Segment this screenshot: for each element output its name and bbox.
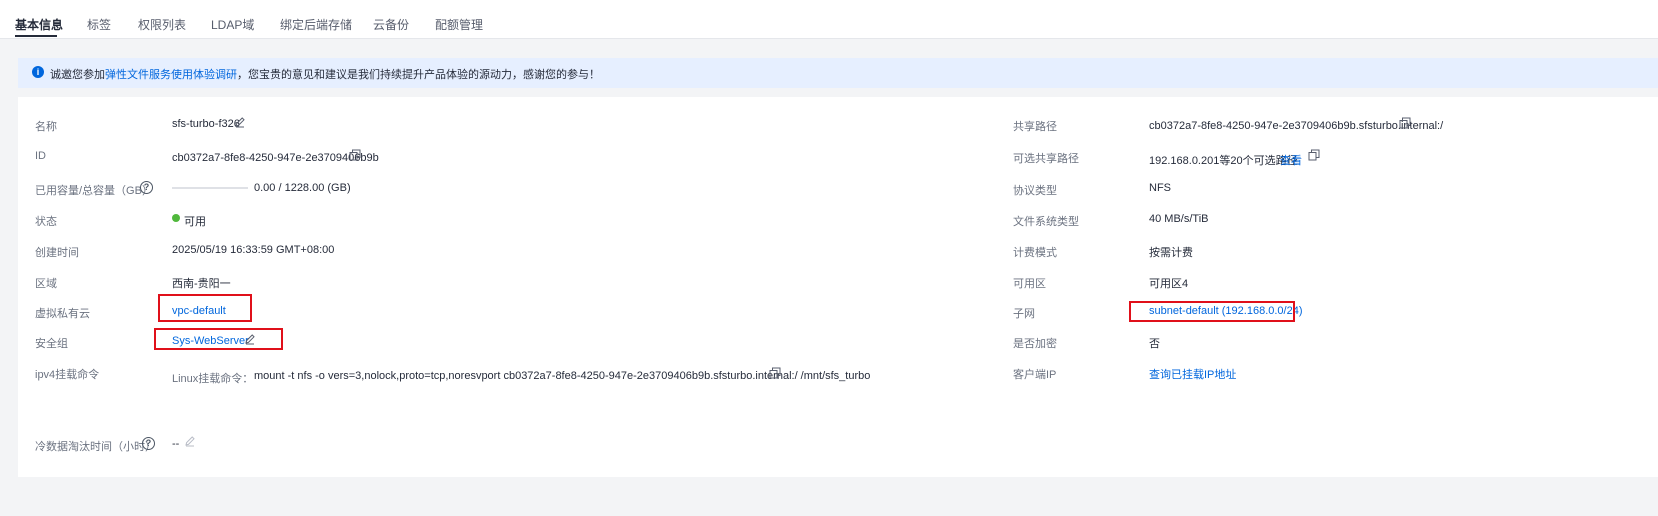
view-paths-link[interactable]: 查看 bbox=[1280, 152, 1302, 168]
alt-share-path-value: 192.168.0.201等20个可选路径 bbox=[1149, 155, 1298, 167]
ipv4-mount-label: ipv4挂载命令 bbox=[35, 369, 100, 381]
tab-ldap[interactable]: LDAP域 bbox=[211, 16, 254, 33]
status-label: 状态 bbox=[35, 216, 57, 228]
share-path-label: 共享路径 bbox=[1013, 121, 1057, 133]
tab-basic-info[interactable]: 基本信息 bbox=[15, 16, 63, 33]
capacity-progress-bar bbox=[172, 187, 248, 189]
info-icon: i bbox=[32, 66, 44, 78]
survey-link[interactable]: 弹性文件服务使用体验调研 bbox=[105, 69, 237, 81]
tab-bar: 基本信息 标签 权限列表 LDAP域 绑定后端存储 云备份 配额管理 bbox=[0, 0, 1658, 39]
security-group-label: 安全组 bbox=[35, 338, 68, 350]
id-value: cb0372a7-8fe8-4250-947e-2e3709406b9b bbox=[172, 152, 379, 164]
status-value: 可用 bbox=[184, 216, 206, 228]
query-mounted-ip-link[interactable]: 查询已挂载IP地址 bbox=[1149, 366, 1236, 382]
subnet-label: 子网 bbox=[1013, 308, 1035, 320]
tab-quota[interactable]: 配额管理 bbox=[435, 16, 483, 33]
notice-text: 诚邀您参加弹性文件服务使用体验调研，您宝贵的意见和建议是我们持续提升产品体验的源… bbox=[50, 69, 600, 81]
capacity-value: 0.00 / 1228.00 (GB) bbox=[254, 182, 351, 194]
client-ip-label: 客户端IP bbox=[1013, 369, 1057, 381]
billing-mode-value: 按需计费 bbox=[1149, 247, 1193, 259]
name-value: sfs-turbo-f326 bbox=[172, 118, 240, 130]
survey-notice: i 诚邀您参加弹性文件服务使用体验调研，您宝贵的意见和建议是我们持续提升产品体验… bbox=[18, 58, 1658, 88]
tab-cloud-backup[interactable]: 云备份 bbox=[373, 16, 409, 33]
encryption-value: 否 bbox=[1149, 338, 1160, 350]
copy-icon[interactable] bbox=[349, 149, 361, 161]
cold-data-value: -- bbox=[172, 438, 180, 450]
active-tab-indicator bbox=[15, 35, 57, 37]
tab-permissions[interactable]: 权限列表 bbox=[138, 16, 186, 33]
basic-info-panel: 名称 sfs-turbo-f326 ID cb0372a7-8fe8-4250-… bbox=[18, 97, 1658, 477]
encryption-label: 是否加密 bbox=[1013, 338, 1057, 350]
highlight-box-subnet bbox=[1129, 301, 1295, 322]
id-label: ID bbox=[35, 150, 46, 162]
highlight-box-security-group bbox=[154, 328, 283, 350]
tab-backend-storage[interactable]: 绑定后端存储 bbox=[280, 16, 352, 33]
region-label: 区域 bbox=[35, 278, 57, 290]
created-time-label: 创建时间 bbox=[35, 247, 79, 259]
region-value: 西南-贵阳一 bbox=[172, 278, 231, 290]
vpc-label: 虚拟私有云 bbox=[35, 308, 90, 320]
availability-zone-label: 可用区 bbox=[1013, 278, 1046, 290]
edit-icon-disabled bbox=[185, 436, 195, 447]
protocol-label: 协议类型 bbox=[1013, 185, 1057, 197]
fs-type-label: 文件系统类型 bbox=[1013, 216, 1079, 228]
billing-mode-label: 计费模式 bbox=[1013, 247, 1057, 259]
capacity-label: 已用容量/总容量（GB） bbox=[35, 185, 153, 197]
help-icon[interactable]: ? bbox=[142, 437, 155, 450]
name-label: 名称 bbox=[35, 121, 57, 133]
help-icon[interactable]: ? bbox=[140, 181, 153, 194]
linux-mount-label: Linux挂载命令： bbox=[172, 373, 254, 385]
copy-icon[interactable] bbox=[769, 367, 781, 379]
tab-tags[interactable]: 标签 bbox=[87, 16, 111, 33]
fs-type-value: 40 MB/s/TiB bbox=[1149, 213, 1209, 225]
copy-icon[interactable] bbox=[1399, 117, 1411, 129]
protocol-value: NFS bbox=[1149, 182, 1171, 194]
availability-zone-value: 可用区4 bbox=[1149, 278, 1189, 290]
copy-icon[interactable] bbox=[1308, 149, 1320, 161]
status-ok-icon bbox=[172, 214, 180, 222]
alt-share-path-label: 可选共享路径 bbox=[1013, 153, 1079, 165]
cold-data-label: 冷数据淘汰时间（小时） bbox=[35, 441, 156, 453]
edit-icon[interactable] bbox=[234, 116, 246, 128]
created-time-value: 2025/05/19 16:33:59 GMT+08:00 bbox=[172, 244, 335, 256]
highlight-box-vpc bbox=[158, 294, 252, 322]
